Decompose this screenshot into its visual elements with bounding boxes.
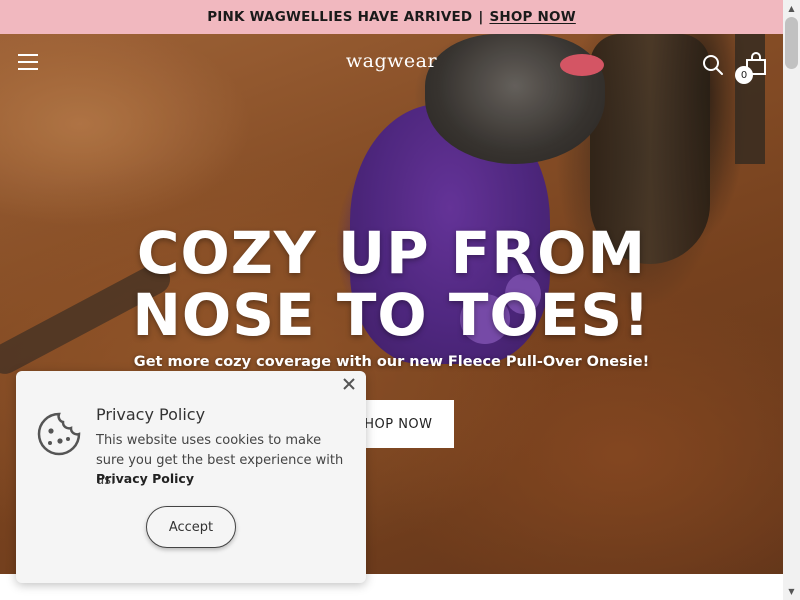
site-header: wagwear 0	[0, 34, 783, 96]
accept-cookies-button[interactable]: Accept	[146, 506, 236, 548]
hero-heading-line1: COZY UP FROM	[136, 219, 647, 287]
announcement-shop-link[interactable]: SHOP NOW	[489, 9, 575, 25]
cart-count-badge: 0	[735, 66, 753, 84]
announcement-separator: |	[478, 9, 484, 25]
search-icon[interactable]	[702, 54, 724, 76]
privacy-policy-link[interactable]: Privacy Policy	[96, 471, 194, 486]
announcement-text: PINK WAGWELLIES HAVE ARRIVED	[207, 9, 473, 25]
close-icon[interactable]	[340, 375, 358, 393]
announcement-bar: PINK WAGWELLIES HAVE ARRIVED | SHOP NOW	[0, 0, 783, 34]
scroll-down-arrow-icon[interactable]: ▼	[783, 583, 800, 600]
scroll-up-arrow-icon[interactable]: ▲	[783, 0, 800, 17]
hero-heading: COZY UP FROM NOSE TO TOES!	[0, 222, 783, 346]
scrollbar-thumb[interactable]	[785, 17, 798, 69]
hero-heading-line2: NOSE TO TOES!	[132, 281, 651, 349]
cookie-banner: Privacy Policy This website uses cookies…	[16, 371, 366, 583]
site-logo[interactable]: wagwear	[0, 50, 783, 72]
page-scrollbar[interactable]: ▲ ▼	[783, 0, 800, 600]
hero-subheading: Get more cozy coverage with our new Flee…	[133, 354, 650, 370]
cookie-icon	[37, 412, 81, 456]
cookie-banner-title: Privacy Policy	[96, 405, 206, 424]
